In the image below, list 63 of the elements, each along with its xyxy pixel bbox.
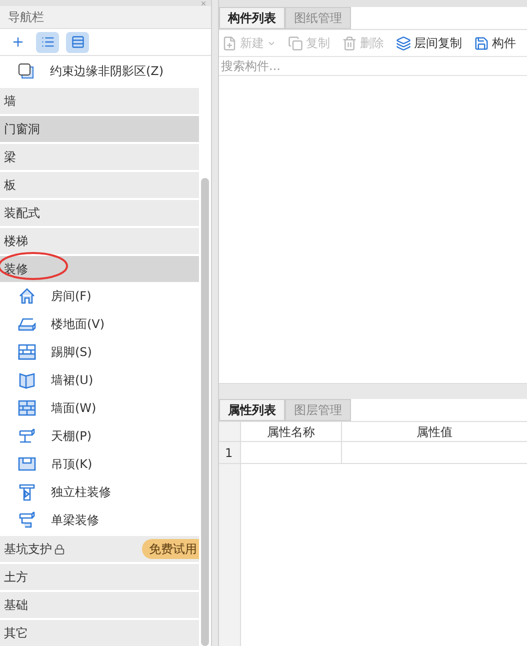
column-icon xyxy=(17,483,37,501)
layer-box-icon xyxy=(18,63,34,79)
trial-badge[interactable]: 免费试用 xyxy=(142,539,199,559)
category-header[interactable]: 墙 xyxy=(0,88,199,114)
nav-item[interactable]: 天棚(P) xyxy=(51,427,92,445)
category-header[interactable]: 梁 xyxy=(0,144,199,170)
row-number: 1 xyxy=(219,442,240,464)
toolbar-button[interactable] xyxy=(66,32,89,52)
brick-wall-icon xyxy=(17,343,37,361)
nav-item[interactable]: 吊顶(K) xyxy=(51,455,92,473)
category-header[interactable]: 楼梯 xyxy=(0,228,199,254)
panel-title: 导航栏 xyxy=(8,9,44,26)
brick-wall-icon xyxy=(17,399,37,417)
nav-item[interactable]: 墙面(W) xyxy=(51,399,96,417)
category-header[interactable]: 其它 xyxy=(0,620,199,646)
toolbar-button[interactable]: 层间复制 xyxy=(396,34,462,52)
category-label: 墙 xyxy=(4,93,16,110)
nav-item[interactable]: 墙裙(U) xyxy=(51,371,94,389)
close-icon[interactable] xyxy=(200,0,207,7)
category-header[interactable]: 装修 xyxy=(0,256,199,282)
category-label: 梁 xyxy=(4,149,16,166)
nav-item[interactable]: 约束边缘非阴影区(Z) xyxy=(50,62,164,80)
copy-icon xyxy=(288,36,303,50)
category-label: 基础 xyxy=(4,597,28,614)
scrollbar-thumb[interactable] xyxy=(201,178,209,646)
category-label: 装配式 xyxy=(4,205,40,222)
column-header: 属性名称 xyxy=(241,422,342,441)
search-field[interactable]: 搜索构件... xyxy=(219,57,527,76)
nav-item[interactable]: 房间(F) xyxy=(51,287,92,305)
category-label: 楼梯 xyxy=(4,233,28,250)
category-label: 土方 xyxy=(4,569,28,586)
category-header[interactable]: 门窗洞 xyxy=(0,116,199,142)
nav-item[interactable]: 踢脚(S) xyxy=(51,343,92,361)
layers-icon xyxy=(396,36,411,50)
nav-item[interactable]: 楼地面(V) xyxy=(51,315,105,333)
category-header[interactable]: 板 xyxy=(0,172,199,198)
column-header: 属性值 xyxy=(416,424,454,440)
new-file-icon xyxy=(222,36,237,50)
save-icon xyxy=(474,36,489,50)
category-header[interactable]: 土方 xyxy=(0,564,199,590)
tab[interactable]: 属性列表 xyxy=(219,399,285,421)
nav-item[interactable]: 独立柱装修 xyxy=(51,483,111,501)
list-icon xyxy=(40,35,54,49)
details-icon xyxy=(70,35,84,49)
house-icon xyxy=(17,287,37,305)
category-header[interactable]: 基础 xyxy=(0,592,199,618)
category-label: 板 xyxy=(4,177,16,194)
panel-icon xyxy=(17,371,37,389)
nav-item[interactable]: 单梁装修 xyxy=(51,511,99,529)
suspended-ceiling-icon xyxy=(17,455,37,473)
category-header[interactable]: 基坑支护 免费试用 xyxy=(0,536,199,562)
category-label: 基坑支护 xyxy=(4,541,52,558)
category-label: 装修 xyxy=(4,261,28,278)
category-label: 门窗洞 xyxy=(4,121,40,138)
beam-icon xyxy=(17,511,37,529)
trash-icon xyxy=(342,36,357,50)
tab[interactable]: 构件列表 xyxy=(219,7,285,29)
category-header[interactable]: 装配式 xyxy=(0,200,199,226)
toolbar-button[interactable]: 构件 xyxy=(474,34,516,52)
add-icon xyxy=(10,35,24,49)
toolbar-button[interactable] xyxy=(36,32,59,52)
ceiling-icon xyxy=(17,427,37,445)
category-label: 其它 xyxy=(4,625,28,642)
